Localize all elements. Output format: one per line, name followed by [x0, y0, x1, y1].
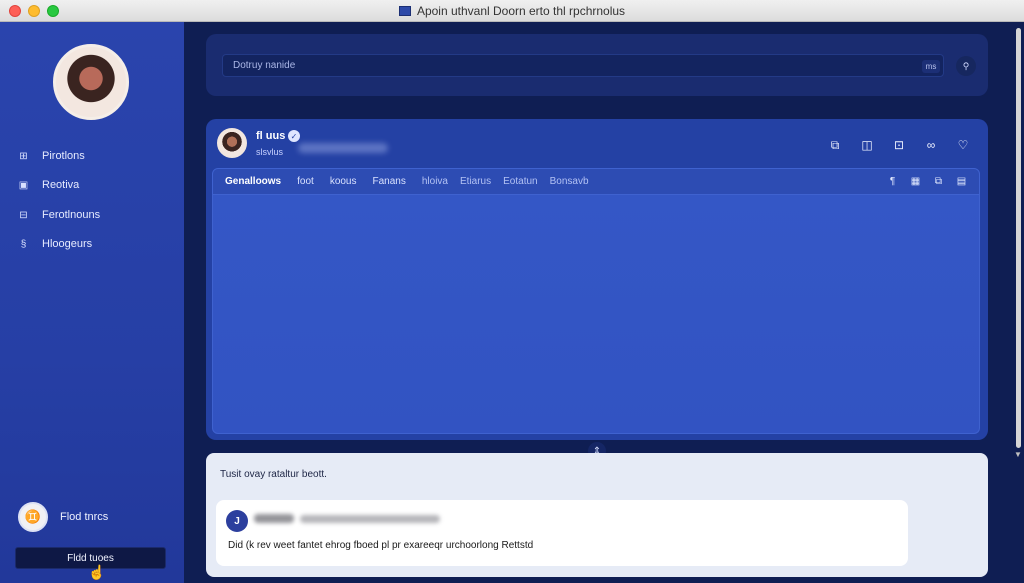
- post-tabbar: Genalloows foot koous Fanans hloiva Etia…: [212, 168, 980, 195]
- post-card: fl uus ✓ slsvlus ⧉ ◫ ⊡ ∞ ♡ Genalloows fo…: [206, 119, 988, 440]
- photos-icon: ⊞: [19, 150, 28, 162]
- sidebar-item-photos[interactable]: ⊞ Pirotlons: [18, 146, 85, 166]
- profile-avatar[interactable]: [53, 44, 129, 120]
- sidebar: ⊞ Pirotlons ▣ Reotiva ⊟ Ferotlnouns § Hl…: [0, 22, 184, 583]
- bookmark-icon[interactable]: ◫: [860, 138, 874, 152]
- pointer-cursor-icon: ☝: [88, 564, 106, 580]
- sidebar-item-label: Pirotlons: [42, 150, 85, 162]
- calendar-icon: ▣: [18, 179, 29, 191]
- window-titlebar: Apoin uthvanl Doorn erto thl rpchrnolus: [0, 0, 1024, 22]
- comments-title: Tusit ovay rataltur beott.: [220, 469, 327, 480]
- post-author-avatar[interactable]: [217, 128, 247, 158]
- search-icon: ⚲: [962, 60, 970, 71]
- search-card: ms ⚲: [206, 34, 988, 96]
- sidebar-item-users[interactable]: ⊟ Ferotlnouns: [18, 205, 100, 225]
- comment-card[interactable]: J Did (k rev weet fantet ehrog fboed pl …: [216, 500, 908, 566]
- sidebar-user[interactable]: ♊ Flod tnrcs: [18, 502, 108, 532]
- sidebar-item-calendar[interactable]: ▣ Reotiva: [18, 175, 80, 195]
- tab-etiarus[interactable]: Etiarus: [460, 176, 491, 187]
- comment-avatar[interactable]: J: [226, 510, 248, 532]
- post-author-name[interactable]: fl uus: [256, 130, 285, 142]
- user-avatar: ♊: [18, 502, 48, 532]
- search-input[interactable]: [222, 54, 944, 77]
- users-icon: ⊟: [19, 209, 28, 221]
- format-icon[interactable]: ¶: [887, 175, 898, 187]
- comments-panel: Tusit ovay rataltur beott. J Did (k rev …: [206, 453, 988, 577]
- vertical-scrollbar[interactable]: [1016, 28, 1021, 448]
- tab-koous[interactable]: koous: [330, 176, 357, 187]
- main-content: ms ⚲ fl uus ✓ slsvlus ⧉ ◫ ⊡ ∞ ♡ Genalloo…: [184, 22, 1024, 583]
- grid-icon[interactable]: ⊡: [892, 138, 906, 152]
- tab-fanans[interactable]: Fanans: [373, 176, 406, 187]
- link-icon[interactable]: ∞: [924, 138, 938, 152]
- tab-foot[interactable]: foot: [297, 176, 314, 187]
- tab-general[interactable]: Genalloows: [225, 176, 281, 187]
- sidebar-item-label: Hloogeurs: [42, 238, 93, 250]
- tab-bonsavb[interactable]: Bonsavb: [550, 176, 589, 187]
- window-title: Apoin uthvanl Doorn erto thl rpchrnolus: [0, 4, 1024, 18]
- scroll-down-icon[interactable]: ▼: [1014, 450, 1022, 459]
- post-actions: ⧉ ◫ ⊡ ∞ ♡: [828, 138, 970, 153]
- redacted-name: [254, 514, 294, 523]
- image-icon[interactable]: ▤: [956, 175, 967, 187]
- verified-badge-icon: ✓: [288, 130, 300, 142]
- chat-icon[interactable]: ♡: [956, 138, 970, 152]
- share-icon[interactable]: ⧉: [828, 138, 842, 152]
- search-shortcut-badge: ms: [922, 60, 940, 73]
- tab-eotatun[interactable]: Eotatun: [503, 176, 537, 187]
- user-name: Flod tnrcs: [60, 511, 109, 523]
- tab-tools: ¶ ▦ ⧉ ▤: [887, 175, 967, 187]
- post-author-handle: slsvlus: [256, 147, 284, 157]
- sidebar-item-label: Ferotlnouns: [42, 209, 101, 221]
- app-icon: [398, 6, 411, 16]
- settings-icon: §: [20, 238, 27, 250]
- sidebar-item-settings[interactable]: § Hloogeurs: [18, 234, 92, 254]
- gallery-icon[interactable]: ▦: [910, 175, 921, 187]
- sidebar-item-label: Reotiva: [42, 179, 80, 191]
- copy-icon[interactable]: ⧉: [933, 175, 944, 187]
- search-button[interactable]: ⚲: [956, 56, 976, 76]
- comment-text: Did (k rev weet fantet ehrog fboed pl pr…: [228, 540, 534, 551]
- tab-hloiva[interactable]: hloiva: [422, 176, 448, 187]
- redacted-meta: [300, 515, 440, 523]
- redacted-text: [298, 143, 388, 153]
- window-title-text: Apoin uthvanl Doorn erto thl rpchrnolus: [416, 4, 626, 18]
- post-body[interactable]: [212, 195, 980, 434]
